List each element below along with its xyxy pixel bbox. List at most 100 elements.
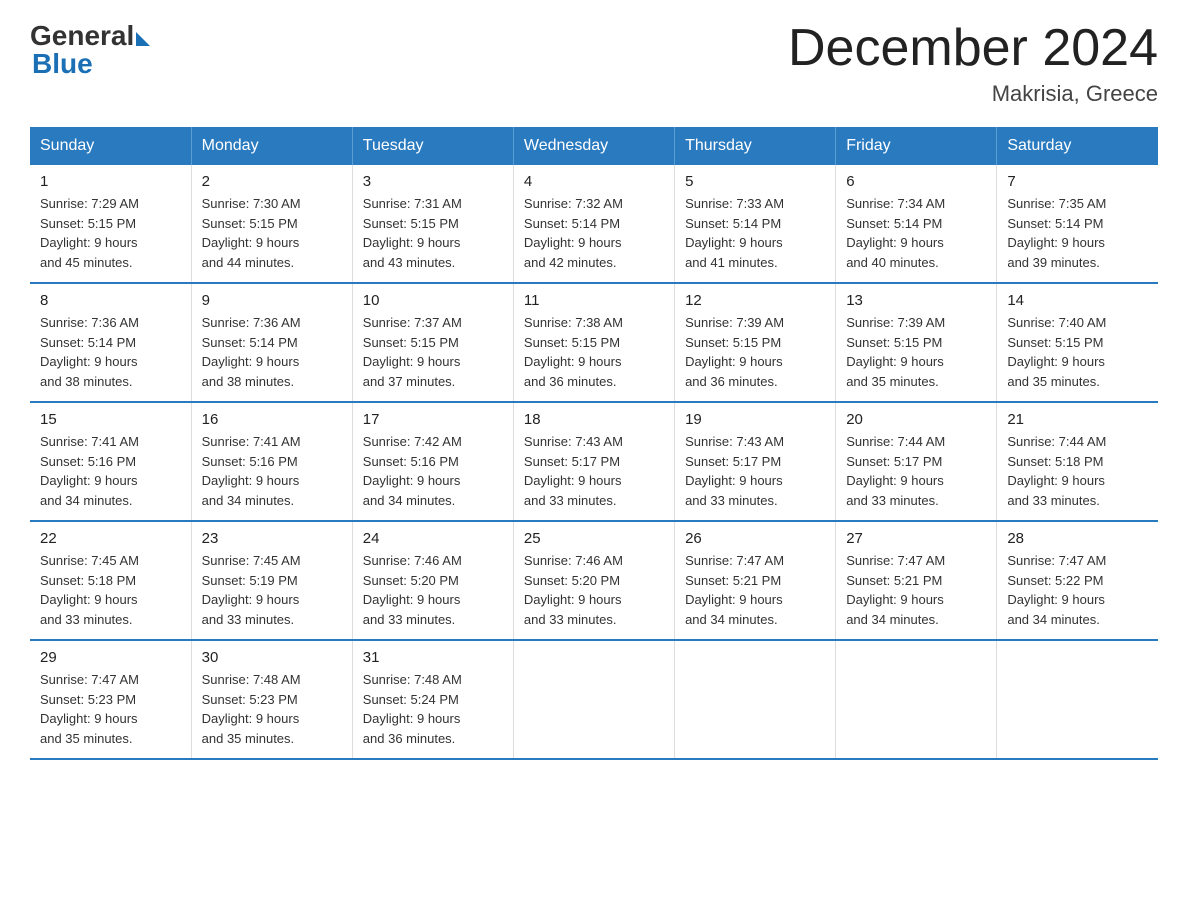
header-row: SundayMondayTuesdayWednesdayThursdayFrid… [30, 127, 1158, 165]
header-saturday: Saturday [997, 127, 1158, 165]
day-number: 17 [363, 411, 503, 428]
calendar-cell: 20 Sunrise: 7:44 AM Sunset: 5:17 PM Dayl… [836, 402, 997, 521]
calendar-cell: 22 Sunrise: 7:45 AM Sunset: 5:18 PM Dayl… [30, 521, 191, 640]
day-number: 11 [524, 292, 664, 309]
day-info: Sunrise: 7:31 AM Sunset: 5:15 PM Dayligh… [363, 194, 503, 272]
day-info: Sunrise: 7:44 AM Sunset: 5:18 PM Dayligh… [1007, 432, 1148, 510]
header-sunday: Sunday [30, 127, 191, 165]
day-info: Sunrise: 7:45 AM Sunset: 5:19 PM Dayligh… [202, 551, 342, 629]
header-tuesday: Tuesday [352, 127, 513, 165]
calendar-cell: 14 Sunrise: 7:40 AM Sunset: 5:15 PM Dayl… [997, 283, 1158, 402]
day-number: 18 [524, 411, 664, 428]
day-info: Sunrise: 7:45 AM Sunset: 5:18 PM Dayligh… [40, 551, 181, 629]
calendar-cell: 3 Sunrise: 7:31 AM Sunset: 5:15 PM Dayli… [352, 165, 513, 283]
calendar-cell: 12 Sunrise: 7:39 AM Sunset: 5:15 PM Dayl… [675, 283, 836, 402]
header-thursday: Thursday [675, 127, 836, 165]
title-block: December 2024 Makrisia, Greece [788, 20, 1158, 107]
day-number: 2 [202, 173, 342, 190]
calendar-table: SundayMondayTuesdayWednesdayThursdayFrid… [30, 127, 1158, 760]
day-info: Sunrise: 7:36 AM Sunset: 5:14 PM Dayligh… [202, 313, 342, 391]
day-number: 25 [524, 530, 664, 547]
logo-arrow-icon [136, 32, 150, 46]
calendar-cell: 23 Sunrise: 7:45 AM Sunset: 5:19 PM Dayl… [191, 521, 352, 640]
calendar-cell: 21 Sunrise: 7:44 AM Sunset: 5:18 PM Dayl… [997, 402, 1158, 521]
calendar-cell: 6 Sunrise: 7:34 AM Sunset: 5:14 PM Dayli… [836, 165, 997, 283]
calendar-cell [997, 640, 1158, 759]
day-number: 22 [40, 530, 181, 547]
calendar-cell: 26 Sunrise: 7:47 AM Sunset: 5:21 PM Dayl… [675, 521, 836, 640]
calendar-cell: 29 Sunrise: 7:47 AM Sunset: 5:23 PM Dayl… [30, 640, 191, 759]
day-info: Sunrise: 7:40 AM Sunset: 5:15 PM Dayligh… [1007, 313, 1148, 391]
location: Makrisia, Greece [788, 81, 1158, 107]
day-number: 4 [524, 173, 664, 190]
day-number: 27 [846, 530, 986, 547]
day-number: 28 [1007, 530, 1148, 547]
day-number: 30 [202, 649, 342, 666]
day-number: 24 [363, 530, 503, 547]
calendar-cell: 24 Sunrise: 7:46 AM Sunset: 5:20 PM Dayl… [352, 521, 513, 640]
day-number: 31 [363, 649, 503, 666]
calendar-cell: 18 Sunrise: 7:43 AM Sunset: 5:17 PM Dayl… [513, 402, 674, 521]
calendar-cell: 17 Sunrise: 7:42 AM Sunset: 5:16 PM Dayl… [352, 402, 513, 521]
day-number: 16 [202, 411, 342, 428]
day-info: Sunrise: 7:47 AM Sunset: 5:22 PM Dayligh… [1007, 551, 1148, 629]
day-number: 9 [202, 292, 342, 309]
calendar-cell: 13 Sunrise: 7:39 AM Sunset: 5:15 PM Dayl… [836, 283, 997, 402]
calendar-cell: 11 Sunrise: 7:38 AM Sunset: 5:15 PM Dayl… [513, 283, 674, 402]
day-number: 6 [846, 173, 986, 190]
day-info: Sunrise: 7:46 AM Sunset: 5:20 PM Dayligh… [524, 551, 664, 629]
day-info: Sunrise: 7:39 AM Sunset: 5:15 PM Dayligh… [685, 313, 825, 391]
day-info: Sunrise: 7:46 AM Sunset: 5:20 PM Dayligh… [363, 551, 503, 629]
calendar-cell [513, 640, 674, 759]
day-info: Sunrise: 7:47 AM Sunset: 5:21 PM Dayligh… [685, 551, 825, 629]
week-row-4: 22 Sunrise: 7:45 AM Sunset: 5:18 PM Dayl… [30, 521, 1158, 640]
day-number: 29 [40, 649, 181, 666]
calendar-cell: 7 Sunrise: 7:35 AM Sunset: 5:14 PM Dayli… [997, 165, 1158, 283]
header-wednesday: Wednesday [513, 127, 674, 165]
header-monday: Monday [191, 127, 352, 165]
calendar-cell: 28 Sunrise: 7:47 AM Sunset: 5:22 PM Dayl… [997, 521, 1158, 640]
day-info: Sunrise: 7:32 AM Sunset: 5:14 PM Dayligh… [524, 194, 664, 272]
day-info: Sunrise: 7:47 AM Sunset: 5:23 PM Dayligh… [40, 670, 181, 748]
day-number: 13 [846, 292, 986, 309]
calendar-cell: 2 Sunrise: 7:30 AM Sunset: 5:15 PM Dayli… [191, 165, 352, 283]
calendar-cell: 10 Sunrise: 7:37 AM Sunset: 5:15 PM Dayl… [352, 283, 513, 402]
week-row-5: 29 Sunrise: 7:47 AM Sunset: 5:23 PM Dayl… [30, 640, 1158, 759]
calendar-cell: 5 Sunrise: 7:33 AM Sunset: 5:14 PM Dayli… [675, 165, 836, 283]
calendar-body: 1 Sunrise: 7:29 AM Sunset: 5:15 PM Dayli… [30, 165, 1158, 759]
day-number: 3 [363, 173, 503, 190]
calendar-cell: 1 Sunrise: 7:29 AM Sunset: 5:15 PM Dayli… [30, 165, 191, 283]
calendar-cell: 31 Sunrise: 7:48 AM Sunset: 5:24 PM Dayl… [352, 640, 513, 759]
header-friday: Friday [836, 127, 997, 165]
calendar-cell: 19 Sunrise: 7:43 AM Sunset: 5:17 PM Dayl… [675, 402, 836, 521]
day-info: Sunrise: 7:43 AM Sunset: 5:17 PM Dayligh… [524, 432, 664, 510]
day-number: 20 [846, 411, 986, 428]
calendar-cell: 9 Sunrise: 7:36 AM Sunset: 5:14 PM Dayli… [191, 283, 352, 402]
day-number: 23 [202, 530, 342, 547]
calendar-cell: 16 Sunrise: 7:41 AM Sunset: 5:16 PM Dayl… [191, 402, 352, 521]
month-title: December 2024 [788, 20, 1158, 77]
day-number: 8 [40, 292, 181, 309]
week-row-3: 15 Sunrise: 7:41 AM Sunset: 5:16 PM Dayl… [30, 402, 1158, 521]
day-info: Sunrise: 7:41 AM Sunset: 5:16 PM Dayligh… [202, 432, 342, 510]
day-number: 15 [40, 411, 181, 428]
calendar-cell [675, 640, 836, 759]
calendar-header: SundayMondayTuesdayWednesdayThursdayFrid… [30, 127, 1158, 165]
day-number: 19 [685, 411, 825, 428]
page-header: General Blue December 2024 Makrisia, Gre… [30, 20, 1158, 107]
day-info: Sunrise: 7:37 AM Sunset: 5:15 PM Dayligh… [363, 313, 503, 391]
day-info: Sunrise: 7:47 AM Sunset: 5:21 PM Dayligh… [846, 551, 986, 629]
day-info: Sunrise: 7:48 AM Sunset: 5:24 PM Dayligh… [363, 670, 503, 748]
day-info: Sunrise: 7:42 AM Sunset: 5:16 PM Dayligh… [363, 432, 503, 510]
day-info: Sunrise: 7:29 AM Sunset: 5:15 PM Dayligh… [40, 194, 181, 272]
day-info: Sunrise: 7:36 AM Sunset: 5:14 PM Dayligh… [40, 313, 181, 391]
day-number: 1 [40, 173, 181, 190]
day-info: Sunrise: 7:43 AM Sunset: 5:17 PM Dayligh… [685, 432, 825, 510]
calendar-cell: 25 Sunrise: 7:46 AM Sunset: 5:20 PM Dayl… [513, 521, 674, 640]
day-info: Sunrise: 7:38 AM Sunset: 5:15 PM Dayligh… [524, 313, 664, 391]
day-info: Sunrise: 7:39 AM Sunset: 5:15 PM Dayligh… [846, 313, 986, 391]
week-row-2: 8 Sunrise: 7:36 AM Sunset: 5:14 PM Dayli… [30, 283, 1158, 402]
calendar-cell: 8 Sunrise: 7:36 AM Sunset: 5:14 PM Dayli… [30, 283, 191, 402]
calendar-cell: 15 Sunrise: 7:41 AM Sunset: 5:16 PM Dayl… [30, 402, 191, 521]
calendar-cell [836, 640, 997, 759]
